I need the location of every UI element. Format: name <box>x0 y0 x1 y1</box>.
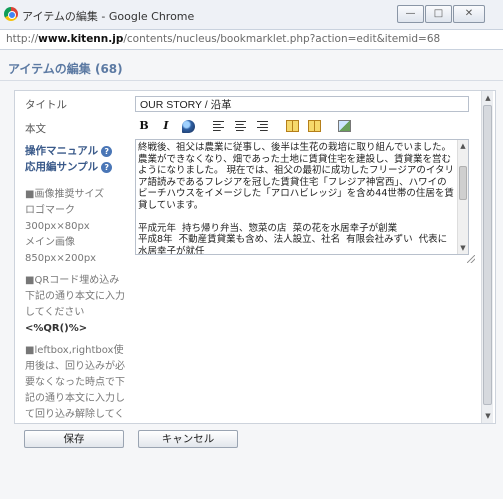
image-icon <box>337 120 351 132</box>
align-left-icon <box>212 120 224 132</box>
page: アイテムの編集 (68) タイトル 本文 操作マニュアル? 応用編サンプル? ■… <box>0 50 503 499</box>
bold-button[interactable]: B <box>135 117 153 135</box>
page-title: アイテムの編集 (68) <box>8 62 123 76</box>
scroll-down-icon[interactable]: ▼ <box>483 411 493 421</box>
address-bar[interactable]: http://www.kitenn.jp/contents/nucleus/bo… <box>0 30 503 50</box>
editor-toolbar: B I <box>135 117 357 135</box>
scroll-up-icon[interactable]: ▲ <box>483 93 493 103</box>
align-center-icon <box>234 120 246 132</box>
editor-scroll-thumb[interactable] <box>459 166 467 200</box>
note-image-line: ■画像推奨サイズ <box>25 189 105 200</box>
rightbox-icon <box>307 120 321 132</box>
scroll-down-icon[interactable]: ▼ <box>458 243 468 253</box>
align-center-button[interactable] <box>231 117 249 135</box>
left-column: タイトル 本文 操作マニュアル? 応用編サンプル? ■画像推奨サイズ ロゴマーク… <box>15 91 129 423</box>
help-sample-label: 応用編サンプル <box>25 161 99 173</box>
window-controls: — □ ✕ <box>397 5 485 23</box>
note-qr-code: <%QR()%> <box>25 323 88 334</box>
note-image-size: ■画像推奨サイズ ロゴマーク 300px×80px メイン画像 850px×20… <box>25 187 129 267</box>
resize-grip-icon[interactable] <box>467 255 475 263</box>
question-icon: ? <box>101 161 113 173</box>
url-scheme: http:// <box>6 33 39 45</box>
note-image-line: ロゴマーク <box>25 205 75 216</box>
url-host: www.kitenn.jp <box>38 33 124 45</box>
window-titlebar: アイテムの編集 - Google Chrome — □ ✕ <box>0 0 503 30</box>
body-text: 終戦後、祖父は農業に従事し、後半は生花の栽培に取り組んでいました。農業ができなく… <box>138 142 454 255</box>
color-palette-icon <box>181 119 195 133</box>
page-scroll-thumb[interactable] <box>483 105 492 405</box>
leftbox-icon <box>285 120 299 132</box>
help-manual-link[interactable]: 操作マニュアル? <box>25 143 113 158</box>
edit-frame: タイトル 本文 操作マニュアル? 応用編サンプル? ■画像推奨サイズ ロゴマーク… <box>14 90 496 424</box>
body-label: 本文 <box>25 123 46 135</box>
note-image-line: 300px×80px <box>25 221 90 232</box>
insert-image-button[interactable] <box>335 117 353 135</box>
note-box: ■leftbox,rightbox使用後は、回り込みが必要なくなった時点で下記の… <box>25 345 125 420</box>
chrome-logo-icon <box>4 7 18 21</box>
minimize-button[interactable]: — <box>397 5 424 23</box>
note-qr: ■QRコード埋め込み下記の通り本文に入力してください <%QR()%> <box>25 273 129 337</box>
leftbox-button[interactable] <box>283 117 301 135</box>
rightbox-button[interactable] <box>305 117 323 135</box>
align-left-button[interactable] <box>209 117 227 135</box>
maximize-button[interactable]: □ <box>425 5 452 23</box>
title-divider <box>0 80 503 81</box>
note-qr-text: ■QRコード埋め込み下記の通り本文に入力してください <box>25 275 125 318</box>
align-right-button[interactable] <box>253 117 271 135</box>
note-image-line: 850px×200px <box>25 253 97 264</box>
align-right-icon <box>256 120 268 132</box>
scroll-up-icon[interactable]: ▲ <box>458 141 468 151</box>
body-textarea[interactable]: 終戦後、祖父は農業に従事し、後半は生花の栽培に取り組んでいました。農業ができなく… <box>135 139 469 255</box>
question-icon: ? <box>101 145 113 157</box>
italic-button[interactable]: I <box>157 117 175 135</box>
help-manual-label: 操作マニュアル <box>25 145 99 157</box>
close-button[interactable]: ✕ <box>453 5 485 23</box>
note-image-line: メイン画像 <box>25 237 75 248</box>
title-input[interactable] <box>135 96 469 112</box>
text-color-button[interactable] <box>179 117 197 135</box>
help-sample-link[interactable]: 応用編サンプル? <box>25 159 113 174</box>
save-button[interactable]: 保存 <box>24 430 124 448</box>
editor-scrollbar[interactable]: ▲ ▼ <box>457 140 468 254</box>
page-scrollbar[interactable]: ▲ ▼ <box>481 91 493 423</box>
cancel-button[interactable]: キャンセル <box>138 430 238 448</box>
title-label: タイトル <box>25 99 67 111</box>
url-path: /contents/nucleus/bookmarklet.php?action… <box>123 33 441 45</box>
window-title: アイテムの編集 - Google Chrome <box>22 10 195 23</box>
